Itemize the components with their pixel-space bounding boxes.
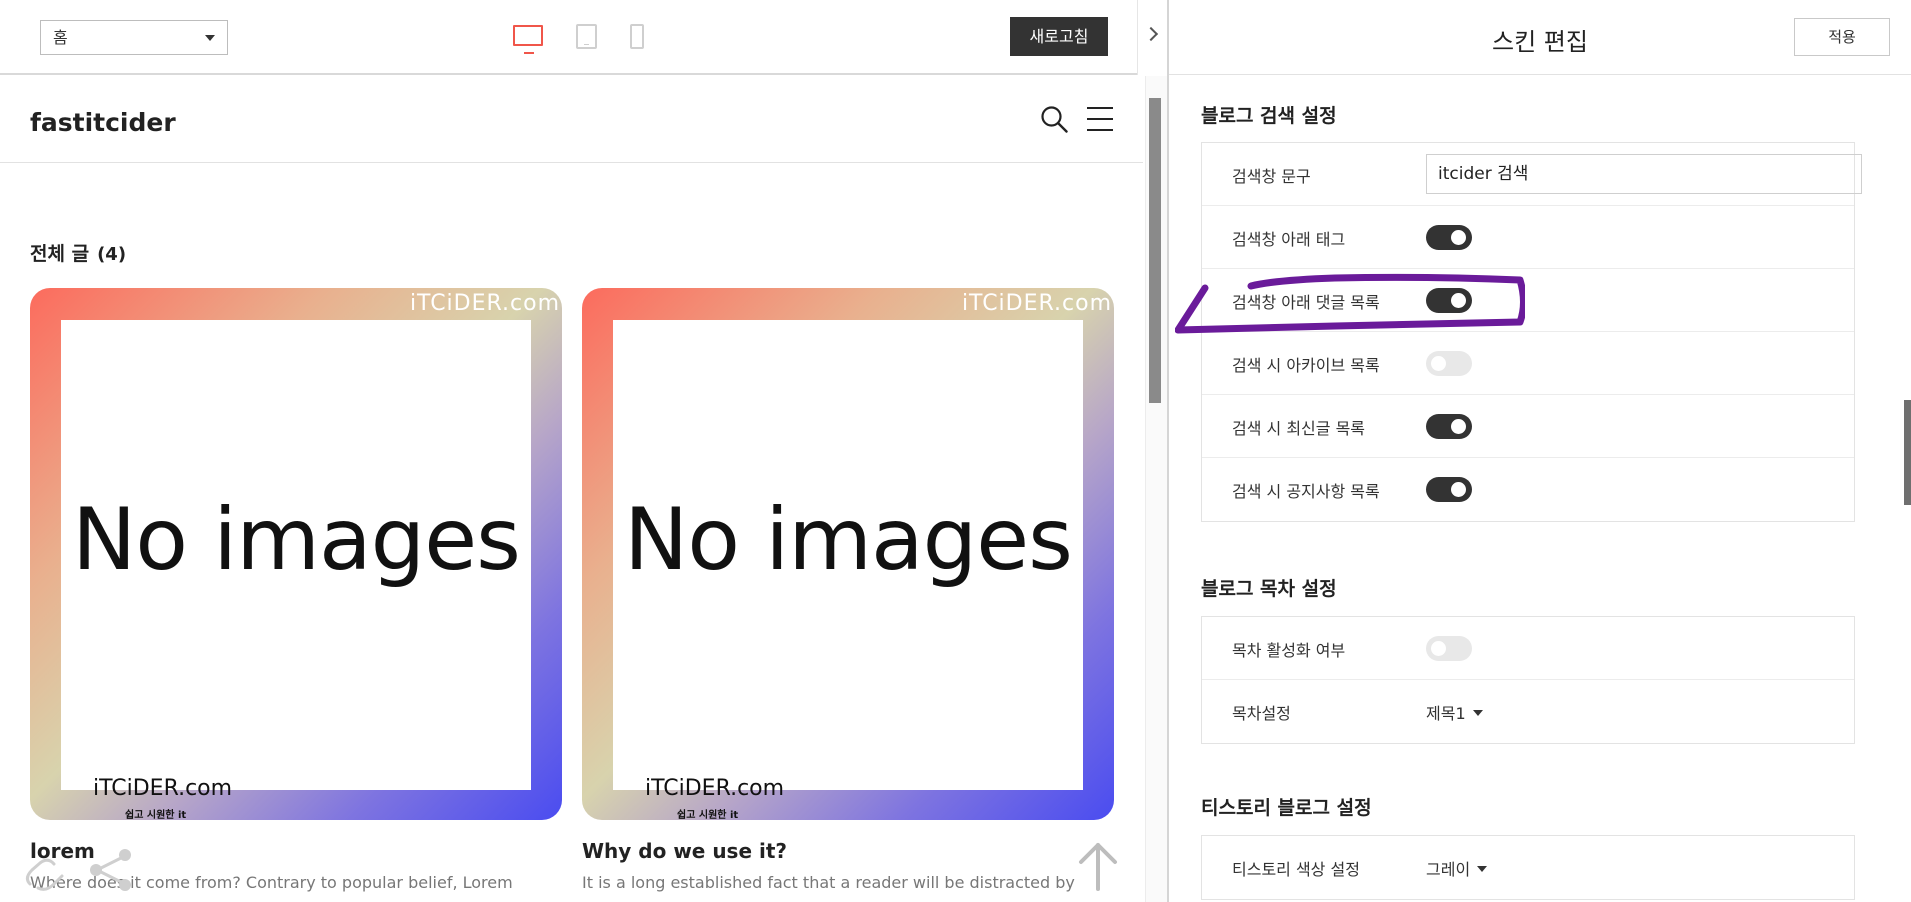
tistory-settings-group: 티스토리 색상 설정 그레이 [1201, 835, 1855, 900]
dropdown-value: 제목1 [1426, 704, 1466, 723]
setting-label: 검색창 문구 [1232, 167, 1311, 186]
search-placeholder-input[interactable]: itcider 검색 [1426, 154, 1862, 194]
post-excerpt: It is a long established fact that a rea… [582, 873, 1075, 892]
post-title[interactable]: Why do we use it? [582, 839, 787, 863]
section-title: 전체 글 (4) [30, 239, 126, 266]
thumbnail-logo: iTCiDER.com [93, 776, 233, 801]
preview-pane: 홈 새로고침 fastitcider 전체 글 (4) iTCiDER.com … [0, 0, 1145, 902]
thumbnail-canvas: No images iTCiDER.com 쉽고 시원한 it [613, 320, 1083, 820]
chevron-down-icon [1477, 866, 1488, 872]
hamburger-menu-icon[interactable] [1087, 107, 1113, 131]
tistory-color-dropdown[interactable]: 그레이 [1426, 856, 1488, 880]
mobile-icon[interactable] [630, 24, 644, 49]
setting-row: 검색창 아래 댓글 목록 [1202, 269, 1854, 332]
setting-row: 검색창 아래 태그 [1202, 206, 1854, 269]
preview-toolbar: 홈 새로고침 [0, 0, 1145, 75]
chevron-down-icon [1472, 710, 1483, 716]
setting-row: 검색 시 최신글 목록 [1202, 395, 1854, 458]
thumbnail-logo-subtitle: 쉽고 시원한 it [125, 810, 187, 820]
setting-label: 목차설정 [1232, 704, 1291, 723]
setting-label: 검색 시 공지사항 목록 [1232, 482, 1380, 501]
post-thumbnail[interactable]: iTCiDER.com No images iTCiDER.com 쉽고 시원한… [30, 288, 562, 820]
setting-row: 검색창 문구 itcider 검색 [1202, 143, 1862, 206]
setting-label: 검색 시 최신글 목록 [1232, 419, 1366, 438]
thumbnail-canvas: No images iTCiDER.com 쉽고 시원한 it [61, 320, 531, 820]
no-images-text: No images [72, 490, 521, 590]
setting-row: 목차 활성화 여부 [1202, 617, 1854, 680]
setting-row: 검색 시 아카이브 목록 [1202, 332, 1854, 395]
search-icon[interactable] [1040, 105, 1068, 133]
group-title-search: 블로그 검색 설정 [1201, 105, 1337, 127]
page-select-value: 홈 [53, 28, 68, 47]
toggle-toc-enabled[interactable] [1426, 636, 1472, 661]
setting-label: 티스토리 색상 설정 [1232, 860, 1360, 879]
refresh-button[interactable]: 새로고침 [1010, 17, 1108, 56]
post-thumbnail[interactable]: iTCiDER.com No images iTCiDER.com 쉽고 시원한… [582, 288, 1114, 820]
setting-label: 검색창 아래 댓글 목록 [1232, 293, 1380, 312]
toggle-search-tags[interactable] [1426, 225, 1472, 250]
post-count: (4) [97, 244, 127, 265]
skin-editor-app: 홈 새로고침 fastitcider 전체 글 (4) iTCiDER.com … [0, 0, 1911, 902]
thumbnail-logo: iTCiDER.com [645, 776, 785, 801]
arrow-up-icon[interactable] [1078, 841, 1118, 891]
share-icon[interactable] [85, 844, 135, 894]
setting-label: 목차 활성화 여부 [1232, 641, 1346, 660]
toc-settings-group: 목차 활성화 여부 목차설정 제목1 [1201, 616, 1855, 744]
thumbnail-logo-subtitle: 쉽고 시원한 it [677, 810, 739, 820]
chevron-down-icon [205, 35, 215, 41]
section-title-text: 전체 글 [30, 243, 90, 265]
thumbnail-watermark: iTCiDER.com [409, 291, 560, 316]
toc-heading-dropdown[interactable]: 제목1 [1426, 700, 1483, 724]
apply-button[interactable]: 적용 [1794, 18, 1890, 56]
skin-editor-panel: 스킨 편집 적용 블로그 검색 설정 검색창 문구 itcider 검색 검색창… [1169, 0, 1911, 902]
toggle-search-comments[interactable] [1426, 288, 1472, 313]
link-icon[interactable] [22, 854, 72, 894]
group-title-tistory: 티스토리 블로그 설정 [1201, 797, 1372, 819]
editor-scrollbar-thumb[interactable] [1904, 400, 1911, 505]
dropdown-value: 그레이 [1426, 860, 1471, 879]
preview-scrollbar-thumb[interactable] [1149, 98, 1161, 403]
setting-row: 목차설정 제목1 [1202, 680, 1854, 743]
page-select[interactable]: 홈 [40, 20, 228, 55]
setting-row: 검색 시 공지사항 목록 [1202, 458, 1854, 521]
desktop-icon[interactable] [513, 25, 543, 54]
editor-header: 스킨 편집 적용 [1169, 0, 1911, 75]
thumbnail-watermark: iTCiDER.com [961, 291, 1112, 316]
setting-row: 티스토리 색상 설정 그레이 [1202, 836, 1854, 899]
setting-label: 검색 시 아카이브 목록 [1232, 356, 1380, 375]
search-settings-group: 검색창 문구 itcider 검색 검색창 아래 태그 검색창 아래 댓글 목록… [1201, 142, 1862, 522]
blog-title[interactable]: fastitcider [30, 108, 176, 137]
toggle-search-recent[interactable] [1426, 414, 1472, 439]
blog-header: fastitcider [0, 76, 1143, 163]
group-title-toc: 블로그 목차 설정 [1201, 578, 1337, 600]
blog-preview: fastitcider 전체 글 (4) iTCiDER.com No image… [0, 76, 1143, 902]
toggle-search-archive[interactable] [1426, 351, 1472, 376]
no-images-text: No images [624, 490, 1073, 590]
toggle-search-notice[interactable] [1426, 477, 1472, 502]
setting-label: 검색창 아래 태그 [1232, 230, 1346, 249]
tablet-icon[interactable] [576, 24, 597, 49]
